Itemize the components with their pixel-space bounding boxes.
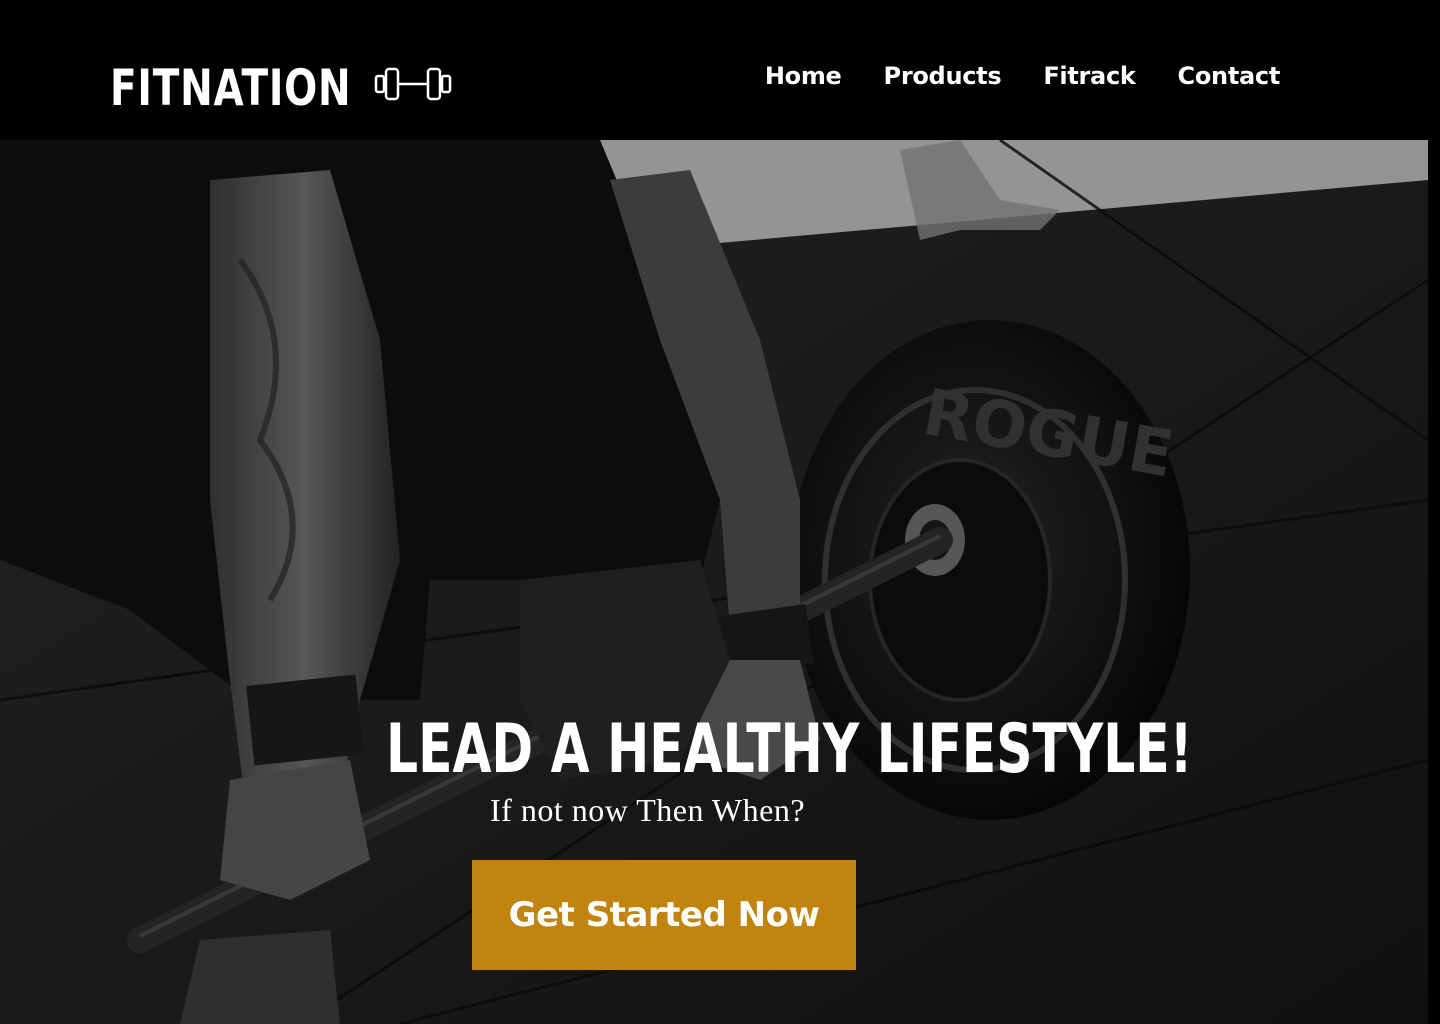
get-started-button[interactable]: Get Started Now: [472, 860, 856, 970]
brand-logo[interactable]: FITNATION: [110, 58, 452, 118]
hero-title: LEAD A HEALTHY LIFESTYLE!: [386, 710, 1193, 789]
nav-fitrack[interactable]: Fitrack: [1043, 62, 1136, 90]
nav-home[interactable]: Home: [765, 62, 842, 90]
page-edge: [1428, 140, 1440, 1024]
dumbbell-icon: [374, 67, 452, 101]
brand-name: FITNATION: [110, 59, 352, 117]
nav-products[interactable]: Products: [884, 62, 1002, 90]
hero-subtitle: If not now Then When?: [490, 792, 806, 828]
navbar: FITNATION Home Products Fitrack Contact: [0, 0, 1440, 140]
main-nav: Home Products Fitrack Contact: [765, 62, 1280, 90]
nav-contact[interactable]: Contact: [1178, 62, 1281, 90]
